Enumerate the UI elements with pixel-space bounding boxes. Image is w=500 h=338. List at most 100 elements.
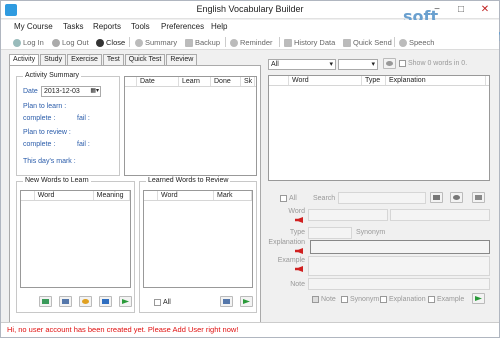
search-input[interactable] — [338, 192, 426, 204]
settings-button[interactable] — [472, 192, 485, 203]
toolbar: Log In Log Out Close Summary Backup Remi… — [1, 34, 499, 50]
title-bar: English Vocabulary Builder − □ ✕ soft pl… — [1, 1, 500, 45]
checkbox-icon — [428, 296, 435, 303]
checkbox-icon — [312, 296, 319, 303]
close-icon — [96, 38, 104, 47]
logout-button[interactable]: Log Out — [52, 37, 89, 48]
menu-help[interactable]: Help — [211, 22, 227, 31]
history-data-button[interactable]: History Data — [284, 37, 335, 48]
new-words-group: New Words to Learn Word Meaning — [16, 177, 135, 313]
note-option-checkbox[interactable]: Note — [312, 296, 336, 303]
column-meaning[interactable]: Meaning — [94, 191, 130, 200]
summary-button[interactable]: Summary — [135, 37, 177, 48]
menu-reports[interactable]: Reports — [93, 22, 121, 31]
column-mark[interactable]: Mark — [214, 191, 252, 200]
chevron-down-icon: ▾ — [371, 61, 375, 68]
speaker-icon[interactable] — [295, 248, 303, 254]
type-field[interactable] — [308, 227, 352, 239]
tab-quick-test[interactable]: Quick Test — [124, 54, 166, 65]
tab-exercise[interactable]: Exercise — [67, 54, 102, 65]
menu-bar: My Course Tasks Reports Tools Preference… — [1, 20, 499, 34]
column-word[interactable]: Word — [158, 191, 214, 200]
column-done[interactable]: Done — [211, 77, 241, 86]
close-button[interactable]: Close — [96, 37, 125, 48]
add-user-button[interactable] — [79, 296, 92, 307]
synonym-label: Synonym — [356, 229, 386, 236]
column-type[interactable]: Type — [362, 76, 386, 85]
image-button[interactable] — [39, 296, 52, 307]
play-icon — [122, 299, 129, 304]
speaker-icon[interactable] — [295, 217, 303, 223]
column-date[interactable]: Date — [137, 77, 179, 86]
computer-icon — [62, 299, 69, 304]
review-play-button[interactable] — [240, 296, 253, 307]
menu-tools[interactable]: Tools — [131, 22, 150, 31]
login-icon — [13, 38, 21, 47]
complete-learn-label: complete : — [23, 115, 56, 122]
word-field[interactable] — [308, 209, 388, 221]
note-field[interactable] — [308, 278, 490, 290]
activity-summary-title: Activity Summary — [23, 72, 82, 79]
learned-words-list[interactable]: Word Mark — [143, 190, 253, 288]
checkbox-icon — [380, 296, 387, 303]
example-option-checkbox[interactable]: Example — [428, 296, 464, 303]
learned-words-header: Word Mark — [144, 191, 252, 201]
reminder-button[interactable]: Reminder — [230, 37, 273, 48]
activity-panel: Activity Summary Date 2013-12-03 ▦▾ Plan … — [9, 65, 261, 323]
copy-button[interactable] — [220, 296, 233, 307]
toolbar-separator — [279, 37, 280, 47]
word-list[interactable]: Word Type Explanation — [268, 75, 490, 181]
synonym-option-checkbox[interactable]: Synonym — [341, 296, 379, 303]
sync-button[interactable] — [450, 192, 463, 203]
filter-dropdown-2[interactable]: ▾ — [338, 59, 378, 70]
toolbar-separator — [129, 37, 130, 47]
all-checkbox[interactable]: All — [154, 299, 171, 306]
select-all-checkbox[interactable]: All — [280, 195, 297, 202]
fail-review-label: fail : — [77, 141, 90, 148]
column-sk[interactable]: Sk — [241, 77, 255, 86]
speaker-icon[interactable] — [295, 266, 303, 272]
lock-button[interactable] — [99, 296, 112, 307]
date-label: Date — [23, 88, 38, 95]
backup-button[interactable]: Backup — [185, 37, 220, 48]
checkbox-icon — [154, 299, 161, 306]
chevron-down-icon: ▾ — [329, 61, 333, 68]
explanation-field[interactable] — [310, 240, 490, 254]
reset-button[interactable] — [472, 293, 485, 304]
example-field[interactable] — [308, 256, 490, 276]
learned-words-group: Learned Words to Review Word Mark All — [139, 177, 257, 313]
history-icon — [284, 38, 292, 47]
tab-test[interactable]: Test — [102, 54, 124, 65]
column-word[interactable]: Word — [289, 76, 362, 85]
quick-send-button[interactable]: Quick Send — [343, 37, 392, 48]
new-words-list[interactable]: Word Meaning — [20, 190, 131, 288]
column-explanation[interactable]: Explanation — [386, 76, 486, 85]
calendar-dropdown-icon: ▦▾ — [90, 88, 99, 94]
speech-button[interactable]: Speech — [399, 37, 434, 48]
user-icon — [82, 299, 89, 304]
menu-tasks[interactable]: Tasks — [63, 22, 83, 31]
date-picker[interactable]: 2013-12-03 ▦▾ — [41, 86, 101, 97]
computer-button[interactable] — [59, 296, 72, 307]
status-bar: Hi, no user account has been created yet… — [1, 322, 499, 337]
login-button[interactable]: Log In — [13, 37, 44, 48]
column-learn[interactable]: Learn — [179, 77, 211, 86]
menu-my-course[interactable]: My Course — [14, 22, 53, 31]
search-label: Search — [313, 195, 336, 202]
explanation-label: Explanation — [268, 239, 305, 246]
column-word[interactable]: Word — [35, 191, 94, 200]
activity-list-header: Date Learn Done Sk — [125, 77, 256, 87]
copy-icon — [223, 299, 230, 304]
print-button[interactable] — [430, 192, 443, 203]
tab-study[interactable]: Study — [40, 54, 67, 65]
tab-review[interactable]: Review — [166, 54, 198, 65]
filter-dropdown[interactable]: All ▾ — [268, 59, 336, 70]
activity-list[interactable]: Date Learn Done Sk — [124, 76, 257, 176]
menu-preferences[interactable]: Preferences — [161, 22, 204, 31]
refresh-button[interactable] — [383, 58, 396, 69]
explanation-option-checkbox[interactable]: Explanation — [380, 296, 426, 303]
play-button[interactable] — [119, 296, 132, 307]
word-extra-field[interactable] — [390, 209, 490, 221]
show-words-checkbox[interactable]: Show 0 words in 0. — [399, 60, 467, 67]
complete-review-label: complete : — [23, 141, 56, 148]
